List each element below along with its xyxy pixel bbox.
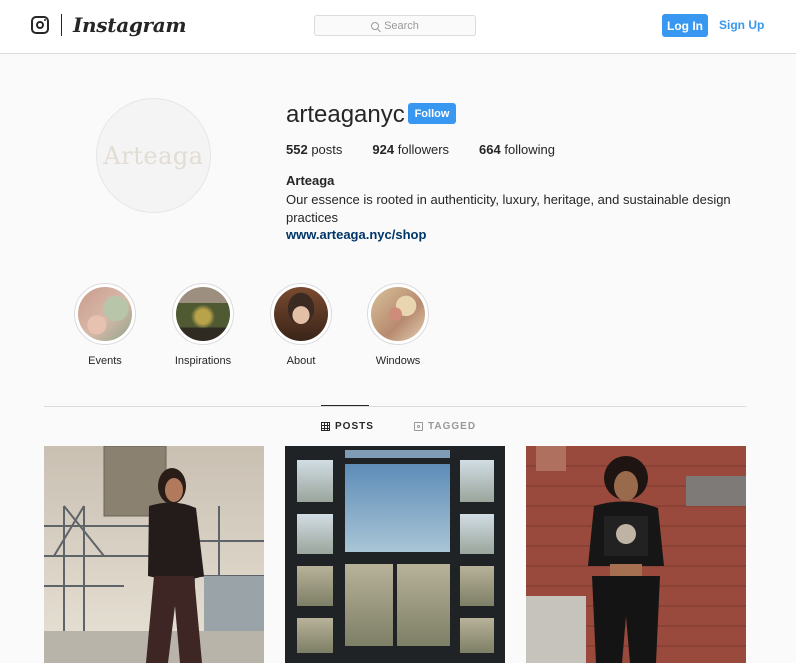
highlight-ring xyxy=(172,283,234,345)
profile-username: arteaganyc xyxy=(286,101,405,128)
profile-full-name: Arteaga xyxy=(286,173,335,188)
post-image-brick-wall-portrait xyxy=(526,446,746,663)
post-thumbnail-1[interactable] xyxy=(44,446,264,663)
tag-icon xyxy=(414,422,423,431)
tab-tagged[interactable]: TAGGED xyxy=(414,421,476,432)
follow-button[interactable]: Follow xyxy=(408,103,456,124)
grid-icon xyxy=(321,422,330,431)
following-label: following xyxy=(504,142,555,157)
posts-count: 552 xyxy=(286,142,308,157)
highlight-events[interactable]: Events xyxy=(65,283,145,367)
tab-tagged-label: TAGGED xyxy=(428,421,477,432)
highlight-thumbnail xyxy=(274,287,328,341)
following-count: 664 xyxy=(479,142,501,157)
search-placeholder: Search xyxy=(384,19,419,32)
highlight-label: Inspirations xyxy=(174,355,232,367)
search-input[interactable]: Search xyxy=(314,15,476,36)
followers-count: 924 xyxy=(372,142,395,157)
highlight-inspirations[interactable]: Inspirations xyxy=(163,283,243,367)
login-button[interactable]: Log In xyxy=(662,14,708,37)
signup-link[interactable]: Sign Up xyxy=(719,18,764,32)
highlight-ring xyxy=(367,283,429,345)
active-tab-indicator xyxy=(321,405,369,406)
followers-label: followers xyxy=(397,142,450,157)
post-image-window xyxy=(285,446,505,663)
tab-posts-label: POSTS xyxy=(335,421,374,432)
profile-website-link[interactable]: www.arteaga.nyc/shop xyxy=(286,227,426,242)
highlight-ring xyxy=(270,283,332,345)
avatar-logo-text: Arteaga xyxy=(103,141,204,170)
post-thumbnail-3[interactable] xyxy=(526,446,746,663)
posts-label: posts xyxy=(311,142,343,157)
highlight-thumbnail xyxy=(78,287,132,341)
highlight-ring xyxy=(74,283,136,345)
search-icon xyxy=(371,21,380,30)
highlight-label: About xyxy=(286,355,316,367)
profile-avatar[interactable]: Arteaga xyxy=(96,98,211,213)
profile-bio: Our essence is rooted in authenticity, l… xyxy=(286,192,731,225)
followers-stat[interactable]: 924 followers xyxy=(372,142,449,157)
top-navigation-bar: Instagram Search Log In Sign Up xyxy=(0,0,796,54)
post-thumbnail-2[interactable] xyxy=(285,446,505,663)
highlight-label: Events xyxy=(88,355,122,367)
tabs-divider xyxy=(44,406,746,407)
instagram-camera-icon[interactable] xyxy=(31,16,49,34)
posts-stat: 552 posts xyxy=(286,142,342,157)
highlight-thumbnail xyxy=(371,287,425,341)
highlight-windows[interactable]: Windows xyxy=(358,283,438,367)
following-stat[interactable]: 664 following xyxy=(479,142,555,157)
tab-posts[interactable]: POSTS xyxy=(321,421,374,432)
profile-stats: 552 posts 924 followers 664 following xyxy=(286,142,585,157)
highlight-about[interactable]: About xyxy=(261,283,341,367)
highlight-thumbnail xyxy=(176,287,230,341)
instagram-wordmark[interactable]: Instagram xyxy=(73,13,187,37)
header-divider xyxy=(61,14,62,36)
post-image-industrial-portrait xyxy=(44,446,264,663)
highlight-label: Windows xyxy=(375,355,421,367)
